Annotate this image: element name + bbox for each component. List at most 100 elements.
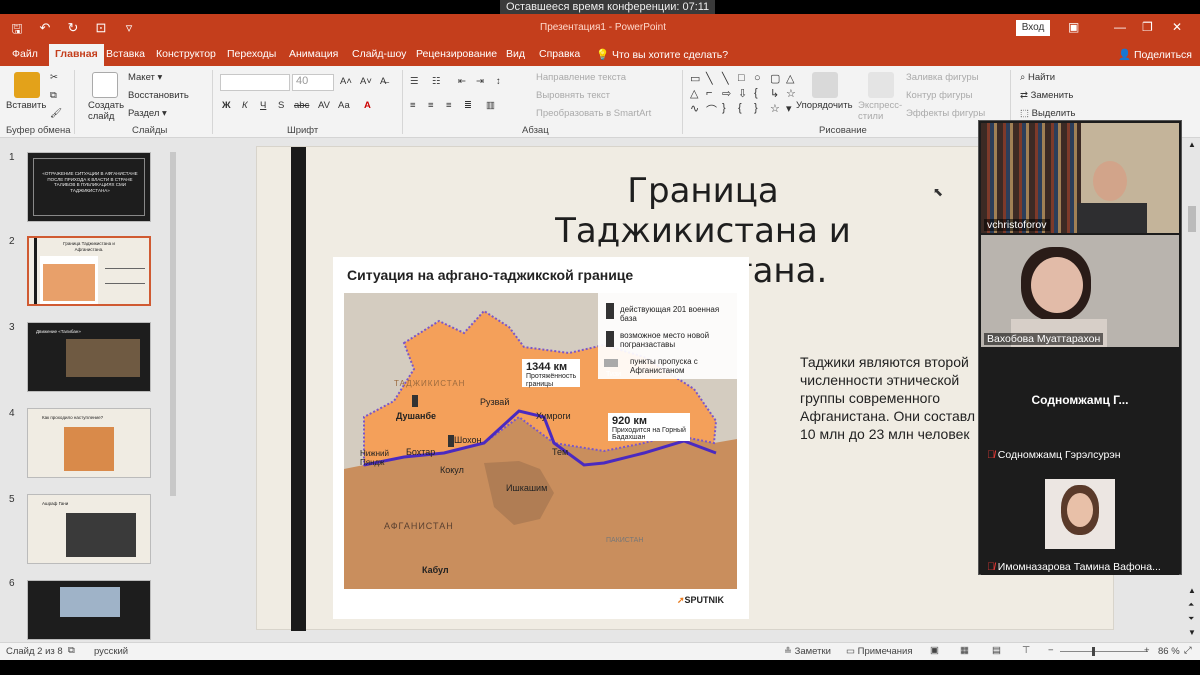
layout-button[interactable]: Макет ▾: [128, 72, 162, 83]
tab-home[interactable]: Главная: [49, 44, 104, 66]
columns-icon[interactable]: ▥: [486, 100, 495, 111]
brace-shape-icon[interactable]: {: [738, 102, 752, 118]
thumbnail-slide-6[interactable]: [27, 580, 151, 640]
scroll-down-icon[interactable]: ▼: [1188, 628, 1196, 637]
maximize-icon[interactable]: ❐: [1142, 20, 1153, 34]
new-slide-icon[interactable]: [92, 72, 118, 98]
shape-fill-button[interactable]: Заливка фигуры: [906, 72, 979, 83]
shadow-button[interactable]: S: [278, 100, 284, 111]
oval-shape-icon[interactable]: ○: [754, 72, 768, 85]
brace-shape-icon[interactable]: }: [754, 102, 768, 118]
triangle-shape-icon[interactable]: △: [786, 72, 800, 85]
rounded-rect-shape-icon[interactable]: ▢: [770, 72, 784, 85]
line-shape-icon[interactable]: ╲: [722, 72, 736, 85]
next-slide-icon[interactable]: ⏷: [1188, 614, 1194, 624]
arrow-shape-icon[interactable]: ↳: [770, 87, 784, 100]
line-spacing-icon[interactable]: ↕: [496, 76, 501, 87]
numbering-icon[interactable]: ☷: [432, 76, 441, 87]
normal-view-icon[interactable]: ▣: [930, 645, 939, 656]
curve-shape-icon[interactable]: ⌒: [706, 102, 720, 118]
undo-icon[interactable]: ↶: [36, 20, 54, 42]
shape-effects-button[interactable]: Эффекты фигуры: [906, 108, 985, 119]
align-right-icon[interactable]: ≡: [446, 100, 452, 111]
tab-review[interactable]: Рецензирование: [416, 48, 497, 60]
tell-me-search[interactable]: 💡 Что вы хотите сделать?: [596, 48, 728, 61]
shrink-font-icon[interactable]: A˅: [360, 76, 372, 87]
align-text-button[interactable]: Выровнять текст: [536, 90, 610, 101]
find-button[interactable]: ⌕ Найти: [1020, 72, 1055, 83]
slide-scrollbar[interactable]: ▲ ▲ ⏶ ⏷ ▼: [1184, 138, 1200, 642]
paste-button[interactable]: Вставить: [6, 100, 46, 111]
bullets-icon[interactable]: ☰: [410, 76, 419, 87]
tab-view[interactable]: Вид: [506, 48, 525, 60]
tab-file[interactable]: Файл: [12, 48, 38, 60]
thumbnail-slide-2[interactable]: Граница Таджикистана и Афганистана.: [27, 236, 151, 306]
language-indicator[interactable]: русский: [94, 646, 128, 657]
tab-design[interactable]: Конструктор: [156, 48, 216, 60]
participant-tile-1[interactable]: vchristoforov: [981, 123, 1179, 233]
participant-tile-4[interactable]: 🎙̸ Имомназарова Тамина Вафона...: [981, 465, 1179, 575]
align-center-icon[interactable]: ≡: [428, 100, 434, 111]
justify-icon[interactable]: ≣: [464, 100, 472, 111]
strikethrough-button[interactable]: abc: [294, 100, 309, 111]
thumbnail-slide-5[interactable]: Ашраф Гани: [27, 494, 151, 564]
italic-button[interactable]: К: [242, 100, 248, 111]
spacing-button[interactable]: AV: [318, 100, 330, 111]
paste-icon[interactable]: [14, 72, 40, 98]
rectangle-shape-icon[interactable]: □: [738, 72, 752, 85]
close-icon[interactable]: ✕: [1172, 20, 1182, 34]
outdent-icon[interactable]: ⇥: [476, 76, 484, 87]
textbox-shape-icon[interactable]: ▭: [690, 72, 704, 85]
zoom-out-icon[interactable]: −: [1048, 645, 1054, 656]
present-icon[interactable]: ⊡: [92, 20, 110, 42]
tab-help[interactable]: Справка: [539, 48, 580, 60]
thumbnail-slide-1[interactable]: «ОТРАЖЕНИЕ СИТУАЦИИ В АФГАНИСТАНЕ ПОСЛЕ …: [27, 152, 151, 222]
underline-button[interactable]: Ч: [260, 100, 266, 111]
smartart-button[interactable]: Преобразовать в SmartArt: [536, 108, 651, 119]
brace-shape-icon[interactable]: {: [754, 87, 768, 100]
notes-button[interactable]: ≗ Заметки: [784, 646, 831, 657]
login-button[interactable]: Вход: [1016, 20, 1050, 36]
shapes-gallery[interactable]: ▭ ╲ ╲ □ ○ ▢ △ △ ⌐ ⇨ ⇩{↳ ☆ ∿ ⌒}{} ☆ ▾: [690, 72, 800, 118]
font-family-select[interactable]: [220, 74, 290, 91]
copy-icon[interactable]: ⧉: [50, 90, 57, 101]
text-direction-button[interactable]: Направление текста: [536, 72, 626, 83]
arrow-right-shape-icon[interactable]: ⇨: [722, 87, 736, 100]
reset-button[interactable]: Восстановить: [128, 90, 189, 101]
prev-slide-icon[interactable]: ⏶: [1188, 600, 1194, 610]
font-size-select[interactable]: 40: [292, 74, 334, 91]
star-shape-icon[interactable]: ☆: [770, 102, 784, 118]
zoom-in-icon[interactable]: +: [1144, 645, 1150, 656]
format-painter-icon[interactable]: 🖌: [50, 108, 62, 119]
case-button[interactable]: Аа: [338, 100, 350, 111]
arrow-down-shape-icon[interactable]: ⇩: [738, 87, 752, 100]
zoom-slider-thumb[interactable]: [1092, 647, 1095, 656]
ribbon-display-icon[interactable]: ▣: [1068, 20, 1079, 34]
line-shape-icon[interactable]: ╲: [706, 72, 720, 85]
tab-animation[interactable]: Анимация: [289, 48, 338, 60]
star-shape-icon[interactable]: ☆: [786, 87, 800, 100]
scroll-up-icon[interactable]: ▲: [1188, 140, 1196, 149]
bold-button[interactable]: Ж: [222, 100, 231, 111]
curve-shape-icon[interactable]: ∿: [690, 102, 704, 118]
slide-sorter-icon[interactable]: ▦: [960, 645, 969, 656]
align-left-icon[interactable]: ≡: [410, 100, 416, 111]
quick-styles-icon[interactable]: [868, 72, 894, 98]
new-slide-button[interactable]: Создать слайд: [88, 100, 128, 122]
slideshow-view-icon[interactable]: ⊤: [1022, 645, 1030, 656]
arrange-icon[interactable]: [812, 72, 838, 98]
scroll-up-icon[interactable]: ▲: [1188, 586, 1196, 595]
zoom-level[interactable]: 86 %: [1158, 646, 1180, 657]
cut-icon[interactable]: ✂: [50, 72, 58, 83]
tab-insert[interactable]: Вставка: [106, 48, 145, 60]
brace-shape-icon[interactable]: }: [722, 102, 736, 118]
bend-shape-icon[interactable]: ⌐: [706, 87, 720, 100]
thumbnail-scrollbar[interactable]: [168, 142, 178, 638]
grow-font-icon[interactable]: A˄: [340, 76, 352, 87]
indent-icon[interactable]: ⇤: [458, 76, 466, 87]
redo-icon[interactable]: ↻: [64, 20, 82, 42]
quick-styles-button[interactable]: Экспресс-стили: [858, 100, 902, 122]
fit-slide-icon[interactable]: ⤢: [1184, 645, 1192, 656]
shape-outline-button[interactable]: Контур фигуры: [906, 90, 972, 101]
scrollbar-thumb[interactable]: [170, 152, 176, 496]
